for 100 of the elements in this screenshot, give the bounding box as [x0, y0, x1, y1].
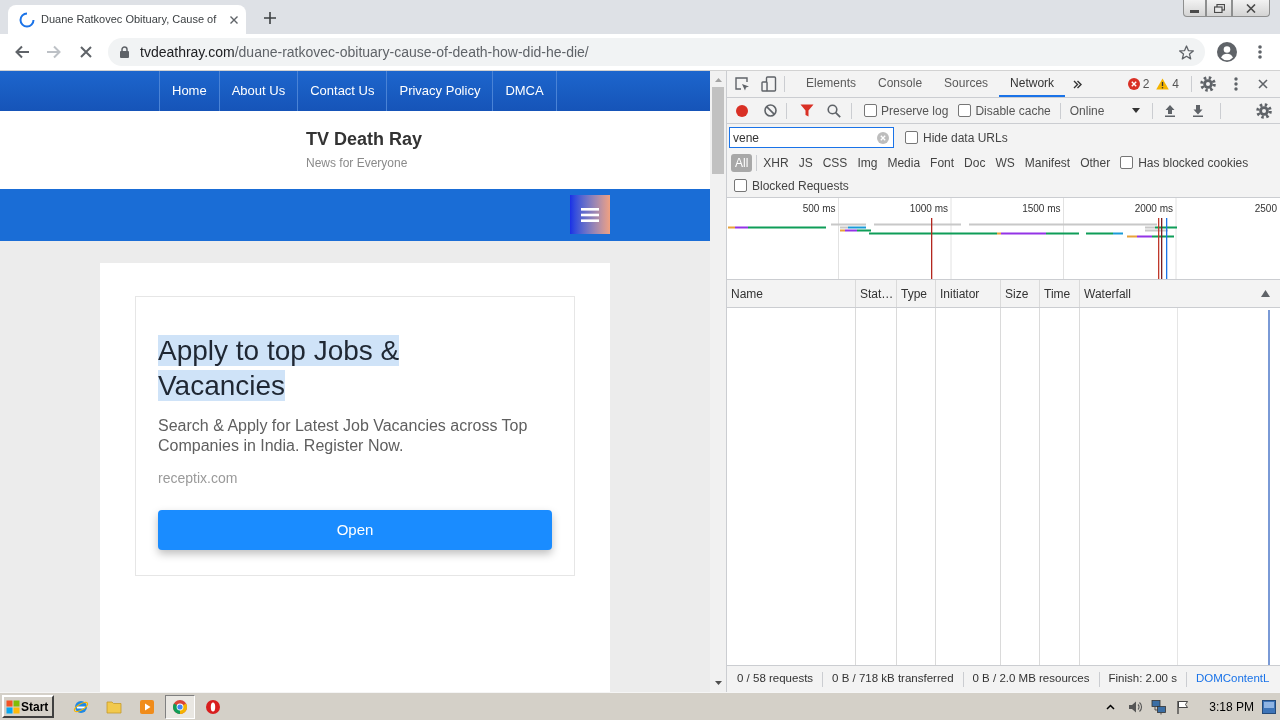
- restore-button[interactable]: [1206, 0, 1232, 17]
- address-field[interactable]: tvdeathray.com/duane-ratkovec-obituary-cause-of-death-how-did-he-die/: [108, 38, 1205, 66]
- checkbox[interactable]: [1120, 156, 1134, 169]
- error-icon: [1127, 78, 1140, 90]
- checkbox-label[interactable]: Hide data URLs: [923, 128, 1008, 147]
- clock-text[interactable]: 3:18 PM: [1209, 697, 1254, 716]
- star-icon[interactable]: [1179, 44, 1194, 60]
- checkbox[interactable]: [958, 104, 972, 117]
- type-filter[interactable]: Media: [883, 153, 925, 172]
- status-text: 0 B / 718 kB transferred: [832, 671, 954, 687]
- back-icon[interactable]: [14, 44, 30, 60]
- devtools-tab[interactable]: Console: [867, 71, 934, 97]
- tick-label: 2500: [1254, 203, 1277, 215]
- menu-icon: [581, 207, 599, 222]
- up-caret-icon[interactable]: [1106, 703, 1116, 710]
- start-button[interactable]: Start: [2, 695, 54, 718]
- timeline-marker: [1166, 218, 1168, 279]
- ad-description: Search & Apply for Latest Job Vacancies across Top Companies in India. Register Now.: [158, 416, 529, 456]
- tick-label: 2000 ms: [1134, 203, 1173, 215]
- checkbox[interactable]: [905, 131, 918, 144]
- warning-icon: [1156, 78, 1170, 90]
- type-filter[interactable]: Other: [1076, 153, 1115, 172]
- upload-icon[interactable]: [1163, 104, 1176, 117]
- play-tile-icon: [139, 698, 155, 715]
- minimize-button[interactable]: [1183, 0, 1206, 17]
- column-header[interactable]: Waterfall: [1080, 280, 1280, 307]
- checkbox[interactable]: [864, 104, 877, 117]
- status-text: 0 B / 2.0 MB resources: [972, 671, 1090, 687]
- checkbox-label[interactable]: Preserve log: [881, 101, 949, 120]
- ring-logo-icon: [172, 698, 188, 715]
- warning-count[interactable]: 4: [1172, 75, 1179, 93]
- stop-icon[interactable]: [80, 46, 92, 58]
- checkbox[interactable]: [734, 179, 747, 192]
- flag-icon[interactable]: [1176, 699, 1191, 714]
- scroll-down-icon[interactable]: [714, 681, 722, 685]
- checkbox-label[interactable]: Has blocked cookies: [1138, 153, 1249, 172]
- column-header[interactable]: Time: [1040, 280, 1080, 307]
- close-window-button[interactable]: [1232, 0, 1270, 17]
- site-tagline: News for Everyone: [306, 155, 408, 171]
- sort-up-icon[interactable]: [1261, 290, 1270, 297]
- column-header[interactable]: Initiator: [936, 280, 1001, 307]
- type-filter[interactable]: WS: [991, 153, 1019, 172]
- devtools-tab[interactable]: Elements: [795, 71, 868, 97]
- show-desktop-icon[interactable]: [1262, 699, 1276, 714]
- timeline-marker: [931, 218, 933, 279]
- timeline-bar: [1127, 235, 1174, 238]
- account-icon[interactable]: [1217, 42, 1237, 62]
- type-filter[interactable]: Font: [926, 153, 959, 172]
- column-header[interactable]: Name: [727, 280, 856, 307]
- double-chevron-icon[interactable]: [1073, 79, 1083, 89]
- menu-button[interactable]: [570, 195, 610, 234]
- type-filter[interactable]: CSS: [818, 153, 852, 172]
- lock-icon: [120, 46, 129, 58]
- column-header[interactable]: Type: [897, 280, 936, 307]
- inspect-icon[interactable]: [734, 76, 750, 92]
- timeline-bar: [1086, 232, 1123, 235]
- type-filter[interactable]: Manifest: [1020, 153, 1075, 172]
- scrollbar-thumb[interactable]: [712, 87, 724, 174]
- settings-icon[interactable]: [1200, 76, 1216, 92]
- ad-domain: receptix.com: [158, 469, 238, 487]
- clear-input-icon[interactable]: [877, 131, 889, 144]
- four-pane-logo-icon: [6, 699, 20, 714]
- column-header[interactable]: Size: [1001, 280, 1040, 307]
- globe-orbit-icon: [73, 698, 89, 715]
- close-icon[interactable]: [1258, 79, 1268, 89]
- tick-label: 1000 ms: [909, 203, 948, 215]
- caret-icon: [1131, 108, 1140, 113]
- checkbox-label[interactable]: Blocked Requests: [752, 176, 849, 195]
- taskbar-app-button[interactable]: [165, 694, 195, 719]
- download-icon[interactable]: [1191, 104, 1204, 117]
- folder-icon: [106, 698, 122, 715]
- clear-icon[interactable]: [764, 104, 777, 117]
- ad-heading: Apply to top Jobs & Vacancies: [158, 334, 401, 403]
- record-icon[interactable]: [736, 104, 748, 117]
- search-icon[interactable]: [827, 103, 841, 118]
- more-icon[interactable]: [1234, 77, 1238, 91]
- site-title: TV Death Ray: [306, 128, 423, 151]
- column-header[interactable]: Stat…: [856, 280, 897, 307]
- throttling-dropdown[interactable]: Online: [1069, 101, 1146, 120]
- minimize-icon: [1190, 9, 1199, 13]
- network-icon[interactable]: [1151, 698, 1168, 715]
- status-text: Finish: 2.00 s: [1108, 671, 1177, 687]
- type-filter[interactable]: XHR: [759, 153, 793, 172]
- device-icon[interactable]: [761, 76, 777, 92]
- filter-input[interactable]: vene: [729, 127, 894, 148]
- close-icon: [1246, 3, 1256, 13]
- tick-label: 1500 ms: [1022, 203, 1061, 215]
- browser-tab[interactable]: Duane Ratkovec Obituary, Cause of: [8, 5, 246, 34]
- type-filter[interactable]: JS: [794, 153, 817, 172]
- type-filter[interactable]: Doc: [960, 153, 990, 172]
- close-icon[interactable]: [230, 15, 238, 24]
- settings-icon[interactable]: [1256, 102, 1272, 119]
- devtools-tab[interactable]: Sources: [933, 71, 1000, 97]
- filter-icon[interactable]: [800, 104, 814, 117]
- new-tab-icon[interactable]: [264, 12, 276, 24]
- type-filter[interactable]: Img: [853, 153, 882, 172]
- error-count[interactable]: 2: [1142, 75, 1150, 93]
- more-icon[interactable]: [1258, 45, 1262, 59]
- checkbox-label[interactable]: Disable cache: [975, 101, 1051, 120]
- restore-icon: [1213, 3, 1225, 13]
